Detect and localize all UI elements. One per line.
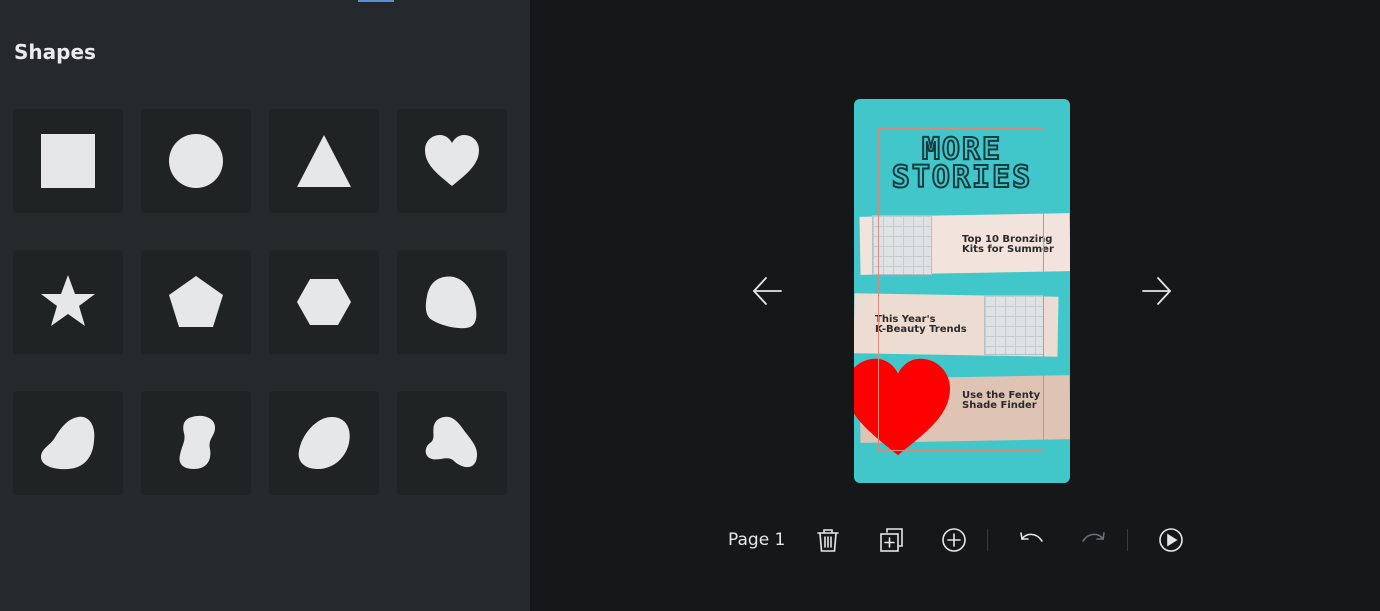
hexagon-icon	[297, 279, 351, 325]
shape-blob-5[interactable]	[397, 391, 507, 495]
page-toolbar: Page 1	[728, 522, 1217, 558]
circle-icon	[169, 134, 223, 188]
photo-placeholder-2[interactable]	[984, 295, 1044, 355]
blob-5-icon	[425, 416, 478, 468]
heart-shape-element[interactable]	[854, 355, 954, 459]
design-page[interactable]: MORE STORIES Top 10 Bronzing Kits for Su…	[854, 99, 1070, 483]
shape-blob-4[interactable]	[269, 391, 379, 495]
shapes-grid	[13, 109, 507, 495]
shape-pentagon[interactable]	[141, 250, 251, 354]
shapes-panel: Shapes	[0, 0, 530, 611]
play-icon	[1159, 528, 1184, 552]
toolbar-separator	[987, 529, 989, 551]
next-page-button[interactable]	[1140, 274, 1174, 308]
active-tab-indicator	[358, 0, 394, 2]
story-text-2[interactable]: This Year's K-Beauty Trends	[875, 315, 967, 335]
heart-icon	[425, 135, 479, 186]
duplicate-icon	[880, 528, 904, 552]
toolbar-separator	[1127, 529, 1129, 551]
arrow-right-icon	[1142, 277, 1172, 305]
arrow-left-icon	[752, 277, 782, 305]
undo-icon	[1020, 532, 1044, 542]
headline-line-2[interactable]: STORIES	[854, 162, 1070, 194]
canvas-stage: MORE STORIES Top 10 Bronzing Kits for Su…	[530, 0, 1380, 611]
star-icon	[41, 275, 95, 326]
blob-2-icon	[41, 416, 95, 470]
triangle-icon	[297, 135, 351, 187]
play-button[interactable]	[1154, 523, 1188, 557]
add-circle-icon	[942, 528, 967, 552]
shape-circle[interactable]	[141, 109, 251, 213]
shape-blob-3[interactable]	[141, 391, 251, 495]
photo-placeholder-1[interactable]	[872, 215, 932, 275]
redo-button[interactable]	[1077, 523, 1111, 557]
duplicate-page-button[interactable]	[874, 523, 908, 557]
pentagon-icon	[169, 276, 223, 327]
blob-3-icon	[179, 415, 216, 469]
shape-blob-2[interactable]	[13, 391, 123, 495]
shape-heart[interactable]	[397, 109, 507, 213]
shape-star[interactable]	[13, 250, 123, 354]
shape-square[interactable]	[13, 109, 123, 213]
prev-page-button[interactable]	[750, 274, 784, 308]
square-icon	[41, 134, 95, 188]
page-label: Page 1	[728, 530, 786, 550]
story-text-3[interactable]: Use the Fenty Shade Finder	[962, 391, 1040, 411]
add-page-button[interactable]	[937, 523, 971, 557]
blob-4-icon	[298, 417, 350, 469]
shape-hexagon[interactable]	[269, 250, 379, 354]
shape-blob-1[interactable]	[397, 250, 507, 354]
undo-button[interactable]	[1014, 523, 1048, 557]
story-text-1[interactable]: Top 10 Bronzing Kits for Summer	[962, 235, 1054, 255]
panel-title: Shapes	[14, 40, 96, 64]
trash-icon	[817, 529, 840, 552]
shape-triangle[interactable]	[269, 109, 379, 213]
blob-1-icon	[425, 276, 477, 329]
redo-icon	[1082, 532, 1106, 542]
delete-page-button[interactable]	[811, 523, 845, 557]
